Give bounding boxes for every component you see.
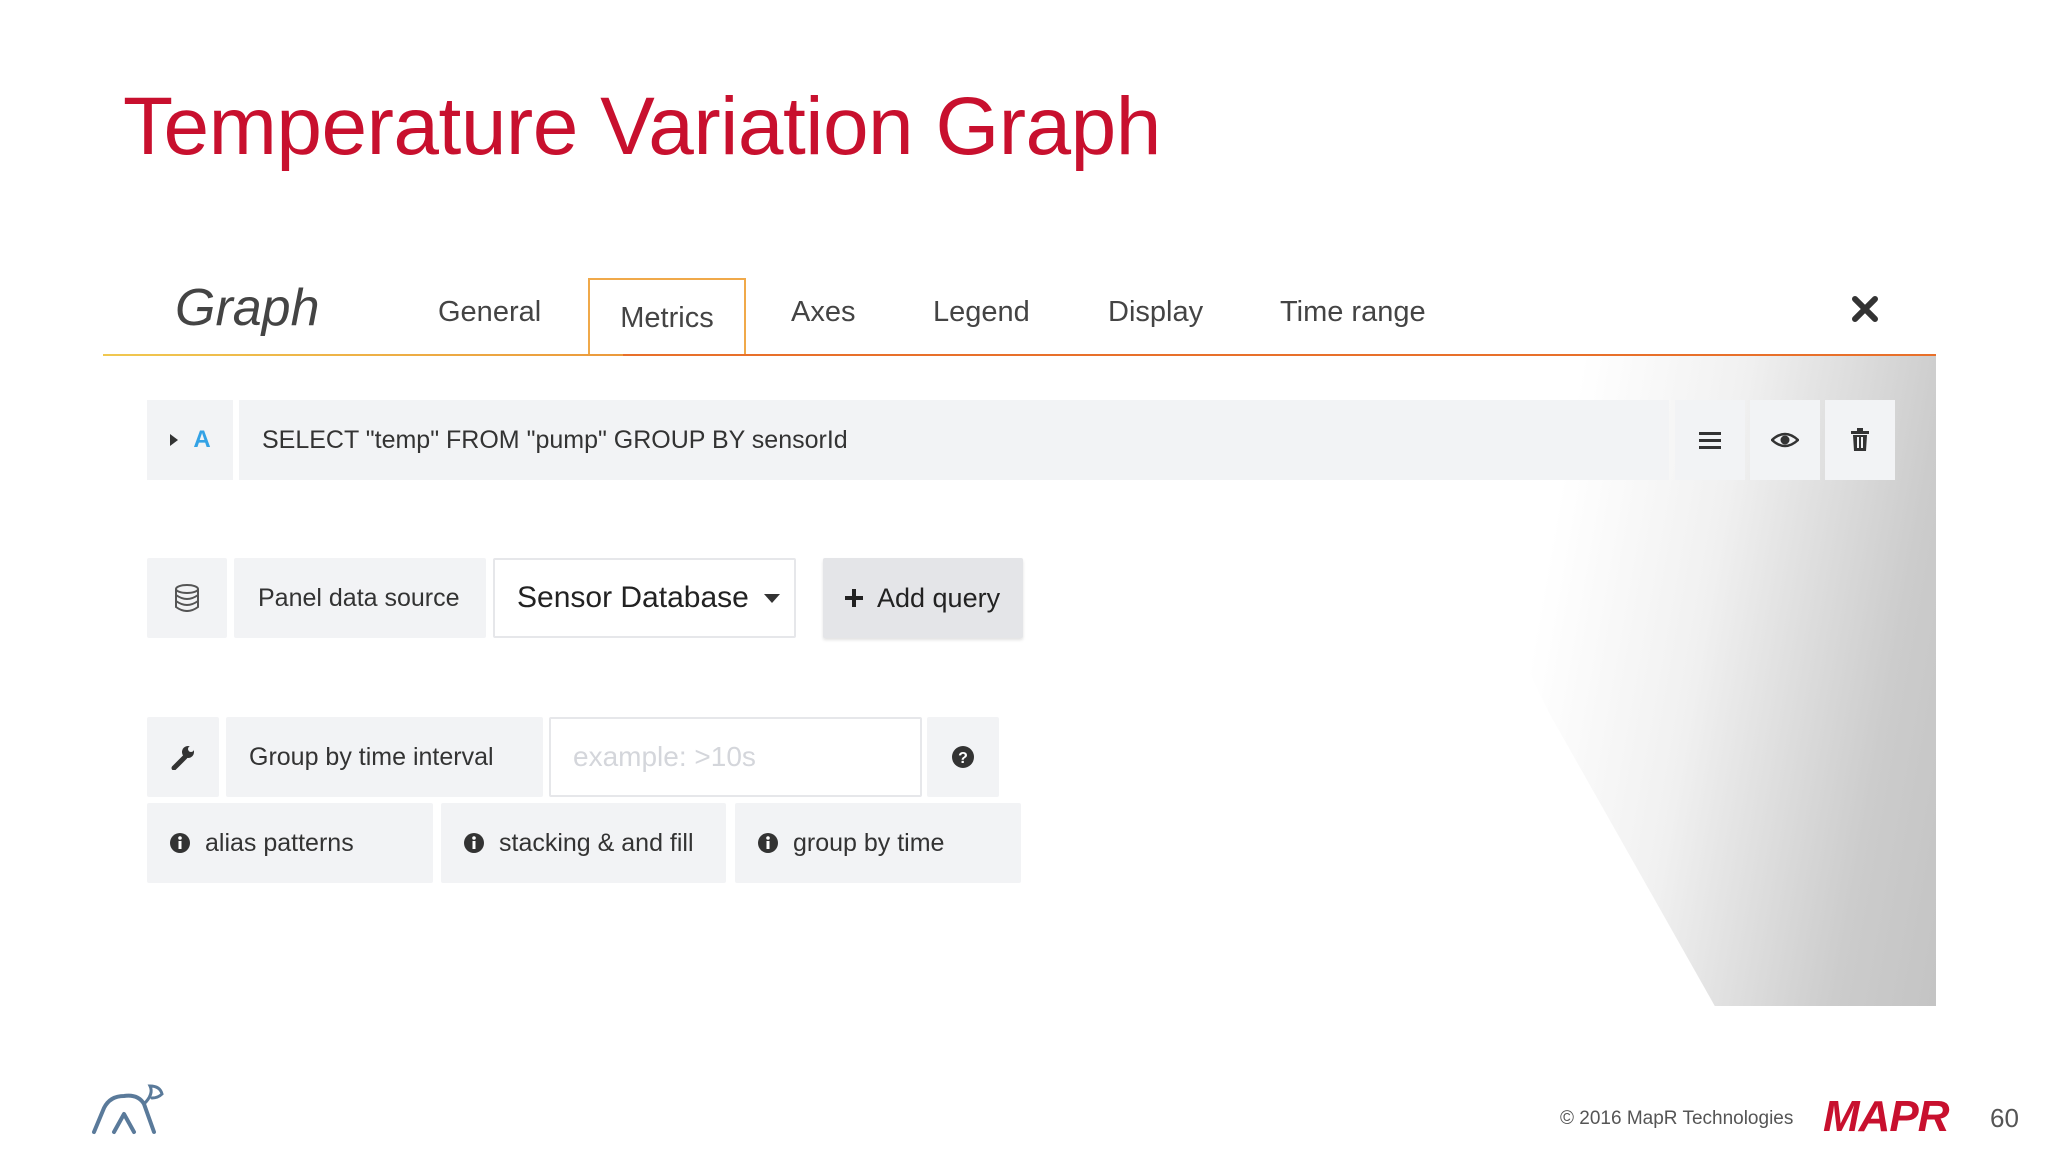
- question-circle-icon: ?: [952, 746, 974, 768]
- wrench-icon: [171, 746, 194, 770]
- caret-right-icon: [170, 434, 179, 446]
- tab-axes[interactable]: Axes: [791, 296, 855, 329]
- datasource-selected-value: Sensor Database: [517, 581, 749, 614]
- brand-logo: MAPR: [1823, 1092, 1950, 1141]
- tab-time-range[interactable]: Time range: [1280, 296, 1426, 329]
- help-stacking-fill-label: stacking & and fill: [499, 828, 694, 857]
- svg-text:?: ?: [958, 750, 968, 767]
- help-stacking-fill-button[interactable]: stacking & and fill: [441, 803, 726, 883]
- help-alias-patterns-label: alias patterns: [205, 828, 354, 857]
- datasource-icon-box: [147, 558, 227, 638]
- group-by-time-input[interactable]: example: >10s: [549, 717, 922, 797]
- panel-name: Graph: [175, 279, 320, 337]
- datasource-label: Panel data source: [234, 558, 486, 638]
- add-query-button[interactable]: Add query: [823, 558, 1023, 638]
- elephant-logo-icon: [92, 1084, 164, 1134]
- query-toggle-visibility-button[interactable]: [1750, 400, 1820, 480]
- tab-display[interactable]: Display: [1108, 296, 1203, 329]
- tab-metrics[interactable]: Metrics: [588, 278, 746, 354]
- help-alias-patterns-button[interactable]: alias patterns: [147, 803, 433, 883]
- query-row: A SELECT "temp" FROM "pump" GROUP BY sen…: [147, 400, 1895, 480]
- tab-bar: Graph General Metrics Axes Legend Displa…: [103, 270, 1936, 356]
- plus-icon: [845, 589, 863, 607]
- datasource-select[interactable]: Sensor Database: [493, 558, 796, 638]
- chevron-down-icon: [764, 594, 780, 603]
- close-icon[interactable]: [1848, 292, 1882, 326]
- database-icon: [175, 584, 199, 612]
- query-ref-id: A: [193, 426, 211, 453]
- slide-title: Temperature Variation Graph: [123, 81, 1161, 172]
- query-text[interactable]: SELECT "temp" FROM "pump" GROUP BY senso…: [239, 400, 1669, 480]
- menu-icon: [1699, 432, 1721, 449]
- tab-general[interactable]: General: [438, 296, 541, 329]
- options-icon-box: [147, 717, 219, 797]
- help-group-by-time-button[interactable]: group by time: [735, 803, 1021, 883]
- query-menu-button[interactable]: [1675, 400, 1745, 480]
- group-by-time-label: Group by time interval: [226, 717, 543, 797]
- trash-icon: [1851, 428, 1869, 451]
- page-number: 60: [1990, 1103, 2019, 1133]
- info-circle-icon: [464, 833, 484, 853]
- query-collapse-toggle[interactable]: A: [147, 400, 233, 480]
- query-delete-button[interactable]: [1825, 400, 1895, 480]
- info-circle-icon: [170, 833, 190, 853]
- tab-legend[interactable]: Legend: [933, 296, 1030, 329]
- eye-icon: [1771, 432, 1799, 448]
- copyright-text: © 2016 MapR Technologies: [1560, 1108, 1794, 1129]
- group-by-help-button[interactable]: ?: [927, 717, 999, 797]
- graph-panel-editor: Graph General Metrics Axes Legend Displa…: [103, 270, 1936, 1006]
- info-circle-icon: [758, 833, 778, 853]
- help-group-by-time-label: group by time: [793, 828, 945, 857]
- add-query-label: Add query: [877, 582, 1001, 613]
